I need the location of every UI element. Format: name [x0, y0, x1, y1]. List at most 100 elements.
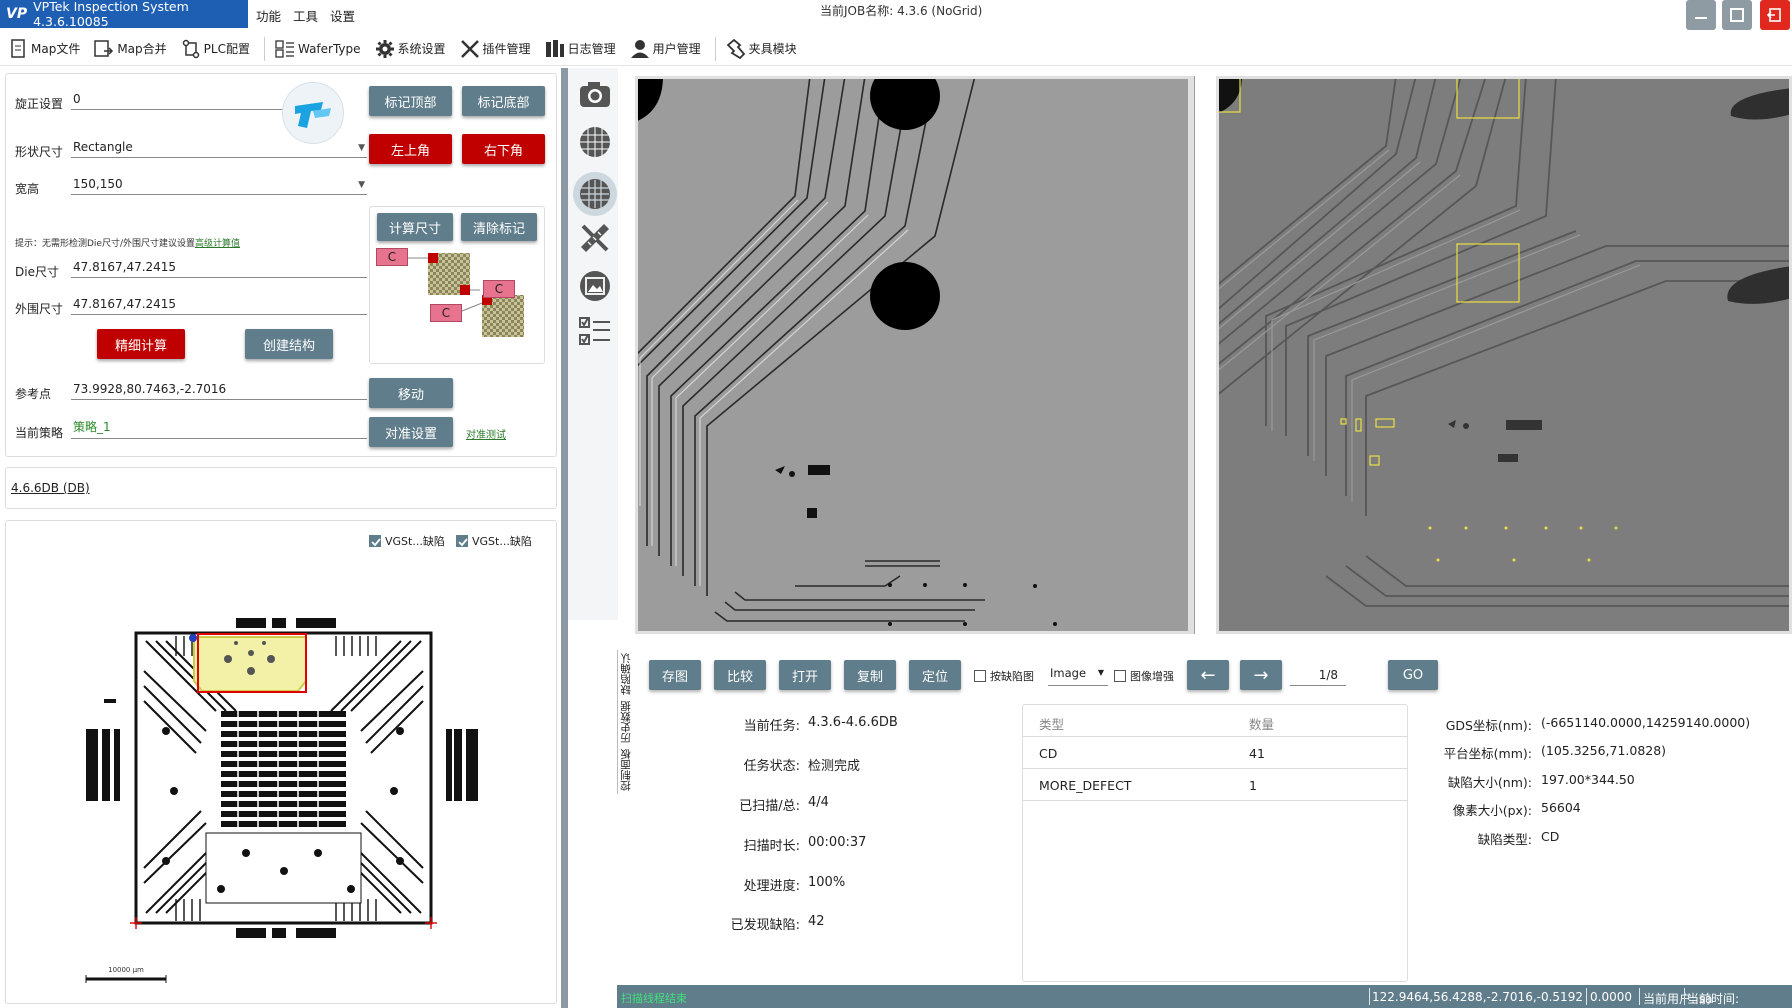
menu-settings[interactable]: 设置: [324, 4, 361, 27]
wafer-map-tool[interactable]: [573, 172, 617, 216]
defect-size-value: 197.00*344.50: [1541, 772, 1635, 787]
scan-duration-value: 00:00:37: [808, 835, 867, 850]
measure-tool[interactable]: [577, 220, 613, 256]
app-logo: VP: [6, 6, 28, 22]
page-indicator[interactable]: 1/8: [1290, 664, 1346, 686]
image-enhance-checkbox[interactable]: 图像增强: [1114, 668, 1174, 684]
rotation-label: 旋正设置: [15, 97, 64, 111]
status-coordinates: 122.9464,56.4288,-2.7016,-0.5192: [1372, 990, 1583, 1004]
fine-calc-button[interactable]: 精细计算: [97, 329, 185, 359]
image-controls-bar: 存图 比较 打开 复制 定位 按缺陷图 Image ▼ 图像增强 ← → 1/8…: [620, 656, 1792, 692]
top-left-corner-button[interactable]: 左上角: [369, 134, 452, 164]
row-type: MORE_DEFECT: [1039, 778, 1132, 793]
menu-tools[interactable]: 工具: [287, 4, 324, 27]
clear-marks-button[interactable]: 清除标记: [461, 213, 537, 241]
reference-point-field[interactable]: 73.9928,80.7463,-2.7016: [71, 378, 367, 400]
reference-image: [635, 76, 1195, 634]
camera-tool[interactable]: [577, 76, 613, 112]
toolbar-map-merge[interactable]: Map合并: [94, 38, 167, 60]
outer-size-field[interactable]: 47.8167,47.2415: [71, 293, 367, 315]
go-button[interactable]: GO: [1388, 660, 1438, 690]
image-type-select[interactable]: Image ▼: [1048, 666, 1108, 686]
panel-splitter[interactable]: [561, 68, 568, 1008]
plc-config-icon: [181, 38, 201, 60]
advanced-calc-link[interactable]: 高级计算值: [195, 239, 240, 249]
minimize-button[interactable]: [1686, 0, 1716, 30]
toolbar-plc-config[interactable]: PLC配置: [181, 38, 250, 60]
status-message: 扫描线程结束: [621, 992, 687, 1005]
exit-icon: [1767, 8, 1781, 22]
inspection-image: [1216, 76, 1792, 634]
wafer-layout-canvas[interactable]: 10000 µm: [6, 521, 558, 1005]
open-button[interactable]: 打开: [779, 660, 831, 690]
status-current-time: 当前时间: 16:08:11: [1687, 992, 1741, 1008]
database-link[interactable]: 4.6.6DB (DB): [11, 481, 90, 495]
locate-button[interactable]: 定位: [909, 660, 961, 690]
size-hint-text: 提示：无需形检测Die尺寸/外围尺寸建议设置高级计算值: [15, 239, 241, 249]
plugin-tools-icon: [460, 38, 480, 60]
align-settings-button[interactable]: 对准设置: [369, 417, 453, 447]
defect-type-value: CD: [1541, 829, 1560, 844]
progress-label: 处理进度:: [743, 879, 800, 894]
by-defect-image-checkbox[interactable]: 按缺陷图: [974, 668, 1034, 684]
create-structure-button[interactable]: 创建结构: [245, 329, 333, 359]
tab-control-panel[interactable]: 控制面板: [617, 746, 633, 794]
table-row[interactable]: CD 41: [1023, 737, 1407, 769]
image-frame-tool[interactable]: [577, 268, 613, 304]
status-separator: [1684, 988, 1685, 1005]
toolbar-fixture-module[interactable]: 夹具模块: [726, 38, 797, 60]
maximize-button[interactable]: [1722, 0, 1752, 30]
reference-image-view[interactable]: [635, 76, 1195, 634]
compare-button[interactable]: 比较: [714, 660, 766, 690]
ruler-icon: [581, 224, 609, 252]
move-button[interactable]: 移动: [369, 378, 453, 408]
copy-button[interactable]: 复制: [844, 660, 896, 690]
checklist-tool[interactable]: [577, 314, 613, 350]
task-current-label: 当前任务:: [743, 719, 800, 734]
width-height-select[interactable]: 150,150 ▼: [71, 173, 367, 195]
inspection-image-view[interactable]: [1216, 76, 1792, 634]
scanned-total-value: 4/4: [808, 795, 829, 810]
grid-view-tool[interactable]: [577, 124, 613, 160]
toolbar-separator: [263, 36, 265, 61]
rotation-field[interactable]: 0: [71, 88, 289, 110]
alignment-settings-panel: 旋正设置 0 标记顶部 标记底部 形状尺寸 Rectangle ▼ 左上角 右下角…: [5, 73, 557, 457]
task-status-value: 检测完成: [808, 759, 861, 774]
mark-bottom-button[interactable]: 标记底部: [462, 86, 545, 116]
toolbar-map-file[interactable]: Map文件: [8, 38, 80, 60]
toolbar-wafer-type[interactable]: WaferType: [275, 38, 361, 60]
next-image-button[interactable]: →: [1240, 660, 1282, 690]
table-row[interactable]: MORE_DEFECT 1: [1023, 769, 1407, 801]
menu-bar: 功能 工具 设置: [250, 4, 361, 27]
defects-found-value: 42: [808, 914, 825, 929]
app-window: VP VPTek Inspection System 4.3.6.10085 功…: [0, 0, 1792, 1008]
bottom-right-corner-button[interactable]: 右下角: [462, 134, 545, 164]
wafer-map-panel: VGSt...缺陷 VGSt...缺陷 10000 µm: [5, 520, 557, 1004]
row-count: 41: [1249, 746, 1265, 761]
view-tool-column: [568, 68, 618, 620]
status-value: 0.0000: [1590, 990, 1632, 1004]
die-size-field[interactable]: 47.8167,47.2415: [71, 256, 367, 278]
defect-size-label: 缺陷大小(nm):: [1447, 775, 1532, 790]
calc-size-button[interactable]: 计算尺寸: [377, 213, 453, 241]
die-size-label: Die尺寸: [15, 265, 59, 279]
save-image-button[interactable]: 存图: [649, 660, 701, 690]
align-test-link[interactable]: 对准测试: [466, 426, 506, 441]
prev-image-button[interactable]: ←: [1187, 660, 1229, 690]
framed-image-icon: [580, 271, 610, 301]
tab-history-data[interactable]: 历史数据: [617, 698, 633, 746]
strategy-field[interactable]: 策略_1: [71, 417, 367, 439]
toolbar-plugin-manager[interactable]: 插件管理: [460, 38, 531, 60]
log-icon: [545, 38, 565, 60]
mark-top-button[interactable]: 标记顶部: [369, 86, 452, 116]
outer-size-label: 外围尺寸: [15, 302, 64, 316]
menu-function[interactable]: 功能: [250, 4, 287, 27]
main-toolbar: Map文件 Map合并 PLC配置 WaferType 系统设置 插件管理 日志…: [0, 32, 1792, 66]
toolbar-user-manager[interactable]: 用户管理: [630, 38, 701, 60]
user-icon: [630, 38, 650, 60]
toolbar-log-manager[interactable]: 日志管理: [545, 38, 616, 60]
row-count: 1: [1249, 778, 1257, 793]
toolbar-system-settings[interactable]: 系统设置: [375, 38, 446, 60]
shape-select[interactable]: Rectangle ▼: [71, 136, 367, 158]
exit-button[interactable]: [1760, 0, 1790, 30]
